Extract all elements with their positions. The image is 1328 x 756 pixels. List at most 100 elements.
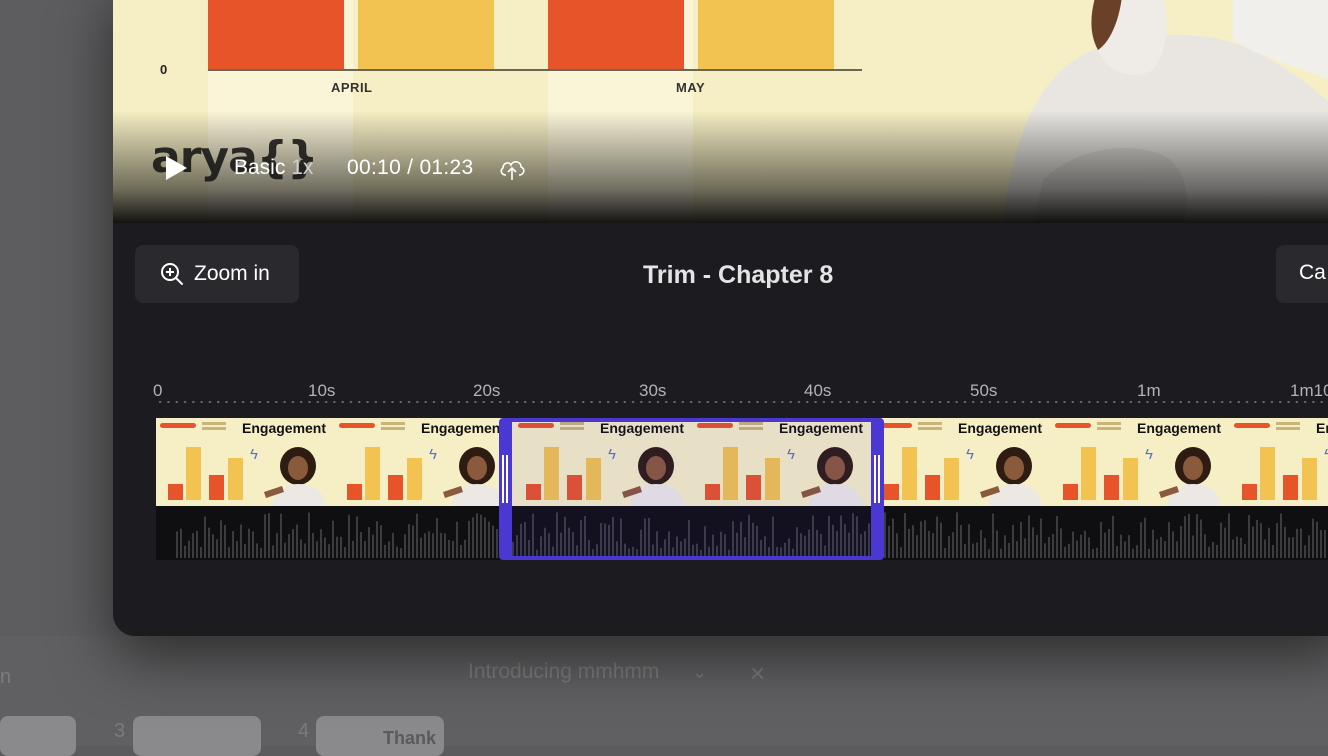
chart-month-label: APRIL <box>331 80 373 95</box>
waveform-bar <box>348 514 350 558</box>
waveform-bar <box>956 512 958 558</box>
frame-legend <box>202 422 226 425</box>
trim-start-handle[interactable] <box>499 422 512 556</box>
zoom-in-button[interactable]: Zoom in <box>135 245 299 303</box>
waveform-bar <box>1320 529 1322 558</box>
frame-bar <box>186 447 201 500</box>
waveform-bar <box>952 532 954 558</box>
presenter-thumbnail <box>264 447 326 506</box>
waveform-bar <box>1324 529 1326 558</box>
waveform-bar <box>360 532 362 558</box>
frame-bar <box>1081 447 1096 500</box>
waveform-bar <box>1120 534 1122 558</box>
time-display: 00:10 / 01:23 <box>347 156 474 179</box>
waveform-bar <box>1212 542 1214 558</box>
background-panel <box>0 0 130 636</box>
frame-bar <box>902 447 917 500</box>
frame-legend <box>918 422 942 425</box>
waveform-bar <box>368 527 370 558</box>
lightning-icon: ϟ <box>966 446 974 463</box>
video-preview[interactable]: 0 APRIL MAY arya{} Basic 1x 00:10 / 01:2… <box>113 0 1328 223</box>
frame-bar <box>388 475 403 500</box>
playback-speed-button[interactable]: Basic 1x <box>234 156 313 180</box>
waveform-bar <box>1204 534 1206 558</box>
waveform-bar <box>1136 545 1138 558</box>
waveform-bar <box>272 545 274 558</box>
waveform-bar <box>1264 539 1266 558</box>
waveform-bar <box>288 534 290 558</box>
waveform-bar <box>1232 539 1234 558</box>
waveform-bar <box>996 530 998 558</box>
waveform-bar <box>1124 541 1126 558</box>
waveform-bar <box>964 544 966 558</box>
lightning-icon: ϟ <box>1145 446 1153 463</box>
waveform-bar <box>1112 515 1114 558</box>
frame-bar <box>925 475 940 500</box>
waveform-bar <box>220 520 222 558</box>
waveform-bar <box>1012 525 1014 558</box>
waveform-bar <box>184 545 186 558</box>
frame-pill <box>1055 423 1091 428</box>
cloud-upload-icon[interactable] <box>498 156 526 182</box>
waveform-bar <box>312 533 314 558</box>
waveform-bar <box>1108 528 1110 558</box>
waveform-bar <box>320 529 322 558</box>
waveform-bar <box>432 533 434 558</box>
play-icon[interactable] <box>163 154 189 182</box>
frame-legend <box>381 427 405 430</box>
waveform-bar <box>304 543 306 558</box>
waveform-bar <box>1208 546 1210 558</box>
waveform-bar <box>264 514 266 558</box>
waveform-bar <box>1272 544 1274 558</box>
waveform-bar <box>1140 522 1142 558</box>
waveform-bar <box>1180 526 1182 558</box>
waveform-bar <box>1244 543 1246 558</box>
waveform-bar <box>488 521 490 558</box>
timeline-tick-label: 1m10 <box>1290 381 1328 400</box>
waveform-bar <box>924 520 926 558</box>
waveform-bar <box>932 533 934 558</box>
frame-thumbnail: Engagement ϟ <box>335 418 515 506</box>
waveform-bar <box>208 527 210 558</box>
frame-legend <box>381 422 405 425</box>
waveform-bar <box>316 541 318 558</box>
waveform-bar <box>476 513 478 558</box>
waveform-bar <box>1104 532 1106 558</box>
trim-selection[interactable] <box>499 418 884 560</box>
waveform-bar <box>1072 531 1074 558</box>
waveform-bar <box>900 547 902 558</box>
waveform-bar <box>236 541 238 558</box>
waveform-bar <box>444 533 446 558</box>
waveform-bar <box>392 532 394 558</box>
cancel-button[interactable]: Ca <box>1276 245 1328 303</box>
waveform-bar <box>1308 535 1310 558</box>
waveform-bar <box>884 512 886 558</box>
waveform-bar <box>1224 527 1226 558</box>
waveform-bar <box>1020 521 1022 558</box>
waveform-bar <box>268 513 270 558</box>
timeline-tick-label: 40s <box>804 381 832 400</box>
trim-end-handle[interactable] <box>871 422 884 556</box>
background-thumbnail <box>133 716 261 756</box>
background-edge-text: n <box>0 666 12 688</box>
waveform-bar <box>388 541 390 558</box>
waveform-bar <box>1292 537 1294 558</box>
waveform-bar <box>908 528 910 558</box>
waveform-bar <box>468 520 470 558</box>
waveform-bar <box>940 522 942 558</box>
waveform-bar <box>888 525 890 558</box>
waveform-bar <box>420 537 422 558</box>
waveform-bar <box>1148 548 1150 558</box>
waveform-bar <box>216 539 218 558</box>
frame-title: Engagement <box>1316 420 1328 436</box>
frame-legend <box>202 427 226 430</box>
waveform-bar <box>1080 534 1082 558</box>
waveform-bar <box>284 542 286 558</box>
waveform-bar <box>252 531 254 558</box>
frame-pill <box>160 423 196 428</box>
waveform-bar <box>984 538 986 558</box>
waveform-bar <box>1200 519 1202 558</box>
waveform-bar <box>1040 518 1042 558</box>
waveform-bar <box>928 530 930 558</box>
waveform-bar <box>1228 513 1230 558</box>
